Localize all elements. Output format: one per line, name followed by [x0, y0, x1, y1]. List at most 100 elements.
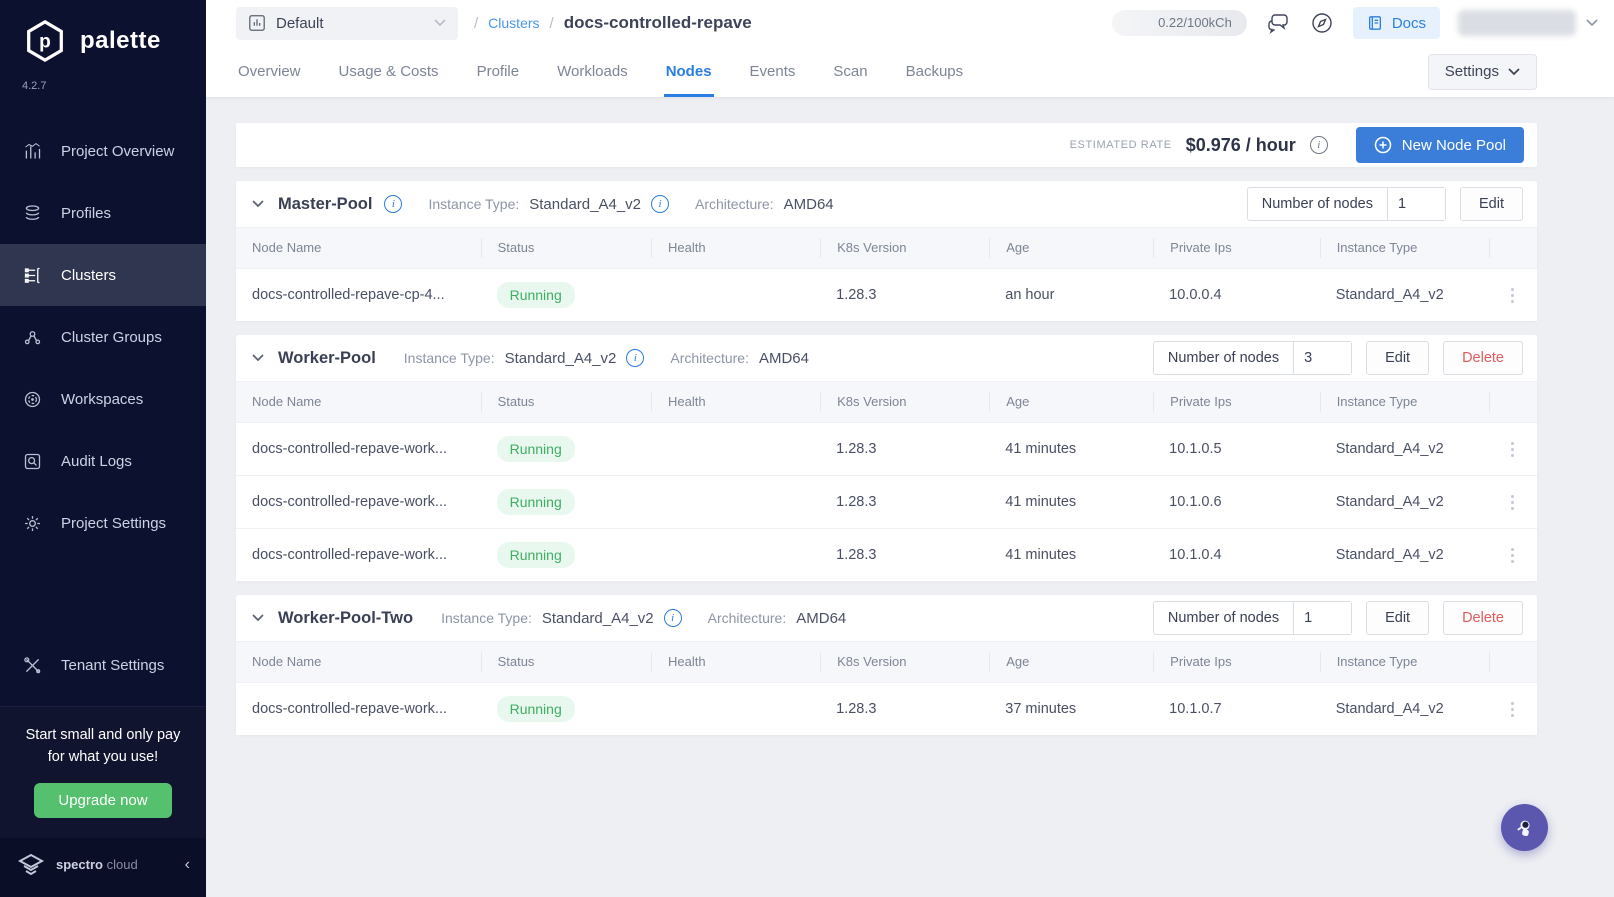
- cell-age: 37 minutes: [1005, 701, 1077, 717]
- delete-pool-button[interactable]: Delete: [1443, 601, 1523, 635]
- usage-quota-badge: 0.22/100kCh: [1112, 10, 1247, 36]
- chart-bars-icon: [25, 142, 41, 158]
- new-node-pool-label: New Node Pool: [1401, 136, 1506, 154]
- number-of-nodes-input[interactable]: [1293, 342, 1352, 374]
- brand-name-bold: spectro: [56, 857, 103, 872]
- compass-icon: [1312, 13, 1332, 33]
- col-node-name: Node Name: [252, 240, 322, 255]
- sidebar-item-workspaces[interactable]: Workspaces: [0, 368, 206, 430]
- row-menu-kebab-icon[interactable]: [1505, 284, 1521, 307]
- sidebar-collapse-chevron[interactable]: ‹: [185, 856, 190, 874]
- tab-scan[interactable]: Scan: [831, 46, 869, 97]
- sidebar-item-label: Workspaces: [61, 390, 144, 408]
- pool-name: Worker-Pool-Two: [278, 608, 414, 627]
- col-node-name: Node Name: [252, 654, 322, 669]
- col-instance-type: Instance Type: [1319, 392, 1489, 412]
- col-age: Age: [989, 392, 1153, 412]
- cell-k8s-version: 1.28.3: [836, 287, 877, 303]
- new-node-pool-button[interactable]: New Node Pool: [1355, 127, 1524, 163]
- table-row: docs-controlled-repave-work... Running 1…: [236, 475, 1537, 528]
- node-pool-card-worker-two: Worker-Pool-Two Instance Type: Standard_…: [236, 595, 1537, 735]
- sidebar-item-project-settings[interactable]: Project Settings: [0, 492, 206, 554]
- tab-events[interactable]: Events: [748, 46, 798, 97]
- cell-k8s-version: 1.28.3: [836, 494, 877, 510]
- book-icon: [1368, 16, 1381, 30]
- cell-age: 41 minutes: [1005, 547, 1077, 563]
- explore-button[interactable]: [1309, 10, 1335, 36]
- docs-button-label: Docs: [1391, 14, 1426, 32]
- cell-instance-type: Standard_A4_v2: [1335, 494, 1444, 510]
- docs-button[interactable]: Docs: [1352, 7, 1440, 39]
- instance-type-info-icon[interactable]: i: [663, 609, 682, 627]
- edit-pool-button[interactable]: Edit: [1366, 341, 1430, 375]
- tab-profile[interactable]: Profile: [475, 46, 522, 97]
- rate-info-icon[interactable]: i: [1309, 136, 1328, 154]
- cluster-settings-button[interactable]: Settings: [1427, 53, 1537, 90]
- cell-private-ip: 10.0.0.4: [1169, 287, 1222, 303]
- table-row: docs-controlled-repave-work... Running 1…: [236, 422, 1537, 475]
- col-status: Status: [480, 238, 651, 258]
- table-header: Node Name Status Health K8s Version Age …: [236, 641, 1537, 682]
- edit-pool-button[interactable]: Edit: [1366, 601, 1430, 635]
- status-badge: Running: [496, 542, 575, 568]
- instance-type-info-icon[interactable]: i: [651, 195, 670, 213]
- pool-info-icon[interactable]: i: [384, 195, 403, 213]
- row-menu-kebab-icon[interactable]: [1505, 438, 1521, 461]
- col-health: Health: [651, 652, 820, 672]
- breadcrumb-clusters-link[interactable]: Clusters: [488, 15, 539, 31]
- tab-overview[interactable]: Overview: [236, 46, 303, 97]
- instance-type-value: Standard_A4_v2: [529, 195, 642, 213]
- cell-node-name: docs-controlled-repave-work...: [252, 547, 448, 563]
- sidebar-item-label: Profiles: [61, 204, 112, 222]
- chat-feedback-button[interactable]: [1265, 10, 1291, 36]
- upgrade-now-button[interactable]: Upgrade now: [34, 782, 172, 818]
- app-name: palette: [80, 27, 161, 54]
- col-health: Health: [651, 392, 820, 412]
- tab-nodes[interactable]: Nodes: [663, 46, 714, 97]
- col-actions: [1488, 652, 1537, 672]
- sidebar-item-audit-logs[interactable]: Audit Logs: [0, 430, 206, 492]
- row-menu-kebab-icon[interactable]: [1505, 698, 1521, 721]
- pool-collapse-chevron[interactable]: [252, 354, 264, 362]
- pool-collapse-chevron[interactable]: [252, 614, 264, 622]
- architecture-label: Architecture:: [695, 196, 774, 212]
- delete-pool-button[interactable]: Delete: [1443, 341, 1523, 375]
- architecture-label: Architecture:: [707, 610, 787, 626]
- sidebar-item-clusters[interactable]: Clusters: [0, 244, 206, 306]
- architecture-value: AMD64: [758, 349, 809, 367]
- sidebar-item-cluster-groups[interactable]: Cluster Groups: [0, 306, 206, 368]
- number-of-nodes-input[interactable]: [1293, 602, 1352, 634]
- instance-type-label: Instance Type:: [403, 350, 495, 366]
- sidebar-item-tenant-settings[interactable]: Tenant Settings: [0, 634, 206, 696]
- tab-workloads[interactable]: Workloads: [555, 46, 630, 97]
- row-menu-kebab-icon[interactable]: [1505, 544, 1521, 567]
- cell-node-name: docs-controlled-repave-work...: [252, 494, 448, 510]
- user-account-menu[interactable]: [1458, 10, 1598, 36]
- sidebar-item-label: Clusters: [61, 266, 117, 284]
- plus-circle-icon: [1374, 136, 1392, 154]
- row-menu-kebab-icon[interactable]: [1505, 491, 1521, 514]
- breadcrumb-separator: /: [474, 14, 479, 32]
- table-header: Node Name Status Health K8s Version Age …: [236, 381, 1537, 422]
- cell-private-ip: 10.1.0.6: [1169, 494, 1222, 510]
- astronaut-icon: [1516, 820, 1530, 836]
- settings-button-label: Settings: [1444, 63, 1499, 80]
- instance-type-label: Instance Type:: [441, 610, 532, 626]
- instance-type-info-icon[interactable]: i: [626, 349, 645, 367]
- project-selector[interactable]: Default: [236, 6, 458, 40]
- topbar: Default / Clusters / docs-controlled-rep…: [206, 0, 1614, 46]
- cell-instance-type: Standard_A4_v2: [1335, 547, 1444, 563]
- sidebar-item-profiles[interactable]: Profiles: [0, 182, 206, 244]
- edit-pool-button[interactable]: Edit: [1460, 187, 1523, 221]
- tab-usage-costs[interactable]: Usage & Costs: [337, 46, 441, 97]
- sidebar-item-project-overview[interactable]: Project Overview: [0, 120, 206, 182]
- col-private-ips: Private Ips: [1153, 652, 1320, 672]
- pool-collapse-chevron[interactable]: [252, 200, 264, 208]
- topbar-actions: 0.22/100kCh Docs: [1112, 7, 1598, 39]
- audit-log-search-icon: [24, 453, 41, 469]
- assistant-fab-button[interactable]: [1501, 804, 1548, 851]
- tab-backups[interactable]: Backups: [904, 46, 966, 97]
- table-row: docs-controlled-repave-work... Running 1…: [236, 528, 1537, 581]
- layers-stack-icon: [25, 204, 40, 220]
- number-of-nodes-input[interactable]: [1387, 188, 1445, 220]
